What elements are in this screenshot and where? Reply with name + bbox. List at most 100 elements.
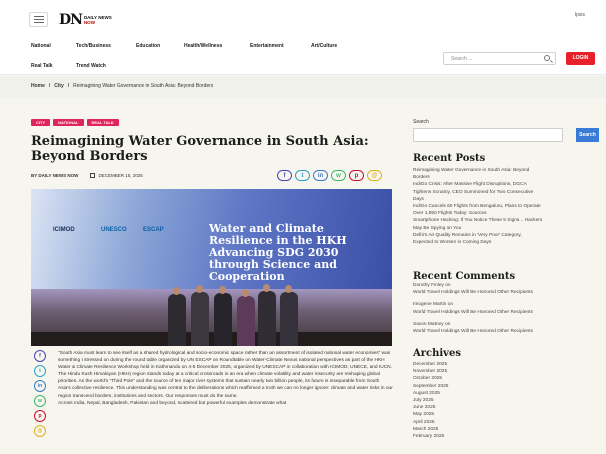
nav-item-real-talk[interactable]: Real Talk [31,63,53,69]
twitter-share-icon[interactable]: t [34,365,46,377]
article-tags: CITY NATIONAL REAL TALK [31,119,122,126]
tag-real-talk[interactable]: REAL TALK [86,119,119,126]
article-author[interactable]: BY DAILY NEWS NOW [31,173,78,178]
comment-post-link[interactable]: World Travel Holdings Will Be Honored Ot… [413,328,599,335]
sidebar: Search Search Recent Posts Reimagining W… [413,119,599,439]
article-paragraph-3: Across India, Nepal, Bangladesh, Pakista… [58,400,287,406]
breadcrumb: Home / City / Reimagining Water Governan… [31,83,214,89]
archive-link[interactable]: May 2025 [413,411,599,418]
breadcrumb-home[interactable]: Home [31,83,45,89]
archive-link[interactable]: July 2025 [413,397,599,404]
whatsapp-share-icon[interactable]: w [331,170,346,181]
person-figure [237,296,255,346]
archive-link[interactable]: October 2025 [413,375,599,382]
article-title: Reimagining Water Governance in South As… [31,134,369,164]
article-meta: BY DAILY NEWS NOW DECEMBER 15, 2025 [31,173,143,178]
recent-post-link[interactable]: Days [413,196,599,203]
comment-post-link[interactable]: World Travel Holdings Will Be Honored Ot… [413,309,599,316]
article-date: DECEMBER 15, 2025 [98,173,143,178]
recent-comment-item: Saxon Matney on World Travel Holdings Wi… [413,321,599,335]
photo-logo-icimod: ICIMOD [53,227,75,233]
logo-line-2: NOW [83,20,95,25]
person-figure [258,291,276,346]
photo-logo-unesco: UNESCO [101,227,127,233]
pinterest-share-icon[interactable]: p [349,170,364,181]
site-logo[interactable]: DN DAILY NEWS NOW [59,12,112,28]
recent-post-link[interactable]: Over 1,950 Flights Today: Sources [413,210,599,217]
recent-post-link[interactable]: May Be Spying on You [413,225,599,232]
article-body: "South Asia must learn to see itself as … [58,350,393,407]
recent-comments-list: Dorothy Finley on World Travel Holdings … [413,282,599,340]
whatsapp-share-icon[interactable]: w [34,395,46,407]
pinterest-share-icon[interactable]: p [34,410,46,422]
recent-post-link[interactable]: Reimagining Water Governance in South As… [413,167,599,174]
breadcrumb-current: Reimagining Water Governance in South As… [73,83,214,89]
sidebar-search-label: Search [413,119,429,125]
recent-posts-list: Reimagining Water Governance in South As… [413,167,599,246]
logo-mark: DN [59,12,83,28]
recent-post-link[interactable]: IndiGo Crisis: After Massive Flight Disr… [413,181,599,188]
tag-city[interactable]: CITY [31,119,51,126]
nav-item-tech-business[interactable]: Tech/Business [76,43,111,49]
nav-item-art-culture[interactable]: Art/Culture [311,43,337,49]
person-figure [280,292,298,346]
archive-link[interactable]: June 2025 [413,404,599,411]
article-paragraph-2: The Hindu Kush Himalayan (HKH) region st… [58,372,393,399]
nav-item-trend-watch[interactable]: Trend Watch [76,63,106,69]
hamburger-menu-icon[interactable] [29,12,48,27]
archives-title: Archives [413,348,461,359]
comment-author[interactable]: Dorothy Finley on [413,282,599,289]
breadcrumb-city[interactable]: City [54,83,63,89]
person-figure [214,293,232,346]
share-buttons-side: f t in w p @ [34,350,46,440]
facebook-share-icon[interactable]: f [277,170,292,181]
sidebar-search-button[interactable]: Search [576,128,599,142]
comment-author[interactable]: Imogene Martin on [413,301,599,308]
recent-post-link[interactable]: Delhi's Air Quality Remains in 'Very Poo… [413,232,599,239]
comment-author[interactable]: Saxon Matney on [413,321,599,328]
email-share-icon[interactable]: @ [367,170,382,181]
top-bar: DN DAILY NEWS NOW Ipsis [0,0,606,37]
top-banner-image-alt: Ipsis [574,12,585,18]
nav-item-national[interactable]: National [31,43,51,49]
main-nav: National Tech/Business Education Health/… [0,37,606,75]
calendar-icon [90,173,96,178]
archive-link[interactable]: April 2025 [413,419,599,426]
sidebar-search-input[interactable] [413,128,563,142]
nav-item-entertainment[interactable]: Entertainment [250,43,284,49]
article-featured-image: ICIMOD UNESCO ESCAP Water and Climate Re… [31,189,392,346]
recent-post-link[interactable]: Expected to Worsen in Coming Days [413,239,599,246]
search-icon[interactable] [544,55,550,61]
header-search-input[interactable]: Search ... [443,52,556,65]
article-paragraph-1: "South Asia must learn to see itself as … [58,351,392,371]
recent-posts-title: Recent Posts [413,153,486,164]
archive-link[interactable]: September 2025 [413,383,599,390]
recent-comment-item: Imogene Martin on World Travel Holdings … [413,301,599,315]
archive-link[interactable]: November 2025 [413,368,599,375]
archives-list: December 2025 November 2025 October 2025… [413,361,599,440]
archive-link[interactable]: March 2025 [413,426,599,433]
archive-link[interactable]: August 2025 [413,390,599,397]
photo-logo-escap: ESCAP [143,227,164,233]
recent-post-link[interactable]: Borders [413,174,599,181]
person-figure [191,292,209,346]
header-search-placeholder: Search ... [451,56,473,62]
recent-post-link[interactable]: Smartphone Hacking: If You Notice These … [413,217,599,224]
recent-post-link[interactable]: Tightens Scrutiny, CEO Summoned for Two … [413,189,599,196]
login-button[interactable]: LOGIN [566,52,595,65]
linkedin-share-icon[interactable]: in [313,170,328,181]
archive-link[interactable]: February 2025 [413,433,599,440]
linkedin-share-icon[interactable]: in [34,380,46,392]
nav-item-health-wellness[interactable]: Health/Wellness [184,43,222,49]
recent-post-link[interactable]: IndiGo Cancels 60 Flights from Bengaluru… [413,203,599,210]
archive-link[interactable]: December 2025 [413,361,599,368]
share-buttons-top: f t in w p @ [277,170,385,181]
twitter-share-icon[interactable]: t [295,170,310,181]
nav-item-education[interactable]: Education [136,43,160,49]
person-figure [168,294,186,346]
email-share-icon[interactable]: @ [34,425,46,437]
comment-post-link[interactable]: World Travel Holdings Will Be Honored Ot… [413,289,599,296]
recent-comment-item: Dorothy Finley on World Travel Holdings … [413,282,599,296]
facebook-share-icon[interactable]: f [34,350,46,362]
tag-national[interactable]: NATIONAL [53,119,84,126]
